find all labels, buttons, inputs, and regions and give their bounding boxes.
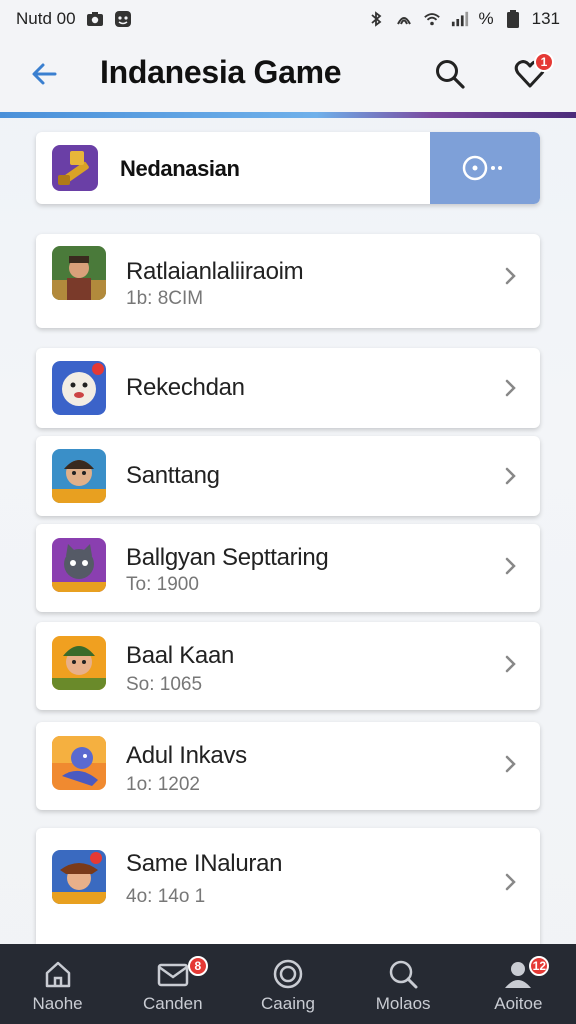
flying-hero-game-icon xyxy=(52,736,106,790)
chevron-right-icon xyxy=(505,873,516,891)
game-name: Adul Inkavs xyxy=(126,742,247,769)
nav-label: Naohe xyxy=(32,994,83,1013)
game-subtitle: So: 1065 xyxy=(126,674,203,695)
camera-icon xyxy=(86,10,104,28)
app-bar: Indanesia Game 1 xyxy=(0,38,576,114)
bottom-navigation: Naohe 8 Canden Caaing Molaos 12 Aoitoe xyxy=(0,944,576,1024)
game-thumbnail xyxy=(52,636,106,690)
status-bar: Nutd 00 % 131 xyxy=(0,0,576,38)
mail-icon xyxy=(157,963,189,987)
cat-game-icon xyxy=(52,538,106,592)
game-subtitle: 1o: 1202 xyxy=(126,774,200,795)
search-icon xyxy=(436,60,465,89)
favorites-button[interactable]: 1 xyxy=(508,52,554,96)
snowman-game-icon xyxy=(52,361,106,415)
game-thumbnail xyxy=(52,449,106,503)
bluetooth-icon xyxy=(367,10,385,28)
more-options-icon xyxy=(462,155,502,181)
featured-game-card[interactable]: Nedanasian xyxy=(36,132,540,204)
game-thumbnail xyxy=(52,246,106,300)
game-subtitle: 4o: 14o 1 xyxy=(126,886,206,907)
game-list-item[interactable]: Santtang xyxy=(36,436,540,516)
nav-label: Molaos xyxy=(375,994,431,1013)
nfc-icon xyxy=(395,10,413,28)
nav-item-profile[interactable]: 12 Aoitoe xyxy=(463,944,573,1024)
nav-item-mail[interactable]: 8 Canden xyxy=(118,944,228,1024)
status-carrier-text: Nutd 00 xyxy=(16,9,76,28)
game-subtitle: To: 1900 xyxy=(126,574,199,595)
game-thumbnail xyxy=(52,538,106,592)
game-name: Same INaluran xyxy=(126,850,283,877)
chevron-right-icon xyxy=(505,755,516,773)
game-name: Rekechdan xyxy=(126,374,245,401)
search-icon xyxy=(389,960,418,989)
warrior-game-icon xyxy=(52,449,106,503)
game-thumbnail xyxy=(52,736,106,790)
notification-badge: 1 xyxy=(534,52,554,72)
chevron-right-icon xyxy=(505,267,516,285)
battery-icon xyxy=(504,10,522,28)
game-list-item[interactable]: Baal Kaan So: 1065 xyxy=(36,622,540,710)
wifi-icon xyxy=(423,10,441,28)
search-button[interactable] xyxy=(430,54,470,94)
game-list-item[interactable]: Same INaluran 4o: 14o 1 xyxy=(36,828,540,944)
chevron-right-icon xyxy=(505,655,516,673)
nav-item-search[interactable]: Molaos xyxy=(348,944,458,1024)
game-subtitle: 1b: 8CIM xyxy=(126,288,204,309)
chevron-right-icon xyxy=(505,557,516,575)
game-character-icon xyxy=(52,246,106,300)
game-name: Baal Kaan xyxy=(126,642,235,669)
featured-game-thumbnail xyxy=(52,145,98,191)
featured-game-name: Nedanasian xyxy=(120,156,240,181)
game-name: Ratlaianlaliiraoim xyxy=(126,258,304,285)
home-icon xyxy=(45,961,70,988)
pirate-game-icon xyxy=(52,850,106,904)
nav-label: Canden xyxy=(143,994,203,1013)
back-arrow-icon xyxy=(32,63,57,85)
status-time: 131 xyxy=(531,9,560,28)
game-name: Santtang xyxy=(126,462,220,489)
back-button[interactable] xyxy=(26,56,62,92)
hammer-game-icon xyxy=(52,145,98,191)
nav-badge: 12 xyxy=(529,956,550,976)
app-notification-icon xyxy=(114,10,132,28)
header-accent-line xyxy=(0,112,576,118)
game-thumbnail xyxy=(52,850,106,904)
nav-label: Caaing xyxy=(261,994,315,1013)
nav-item-target[interactable]: Caaing xyxy=(233,944,343,1024)
signal-icon xyxy=(451,10,469,28)
featured-more-button[interactable] xyxy=(430,132,540,204)
page-title: Indanesia Game xyxy=(100,54,342,90)
chevron-right-icon xyxy=(505,467,516,485)
adventurer-game-icon xyxy=(52,636,106,690)
nav-item-home[interactable]: Naohe xyxy=(3,944,113,1024)
game-thumbnail xyxy=(52,361,106,415)
target-icon xyxy=(273,959,303,989)
game-list-item[interactable]: Adul Inkavs 1o: 1202 xyxy=(36,722,540,810)
game-name: Ballgyan Septtaring xyxy=(126,544,329,571)
nav-label: Aoitoe xyxy=(494,994,543,1013)
game-list-item[interactable]: Ratlaianlaliiraoim 1b: 8CIM xyxy=(36,234,540,328)
chevron-right-icon xyxy=(505,379,516,397)
nav-badge: 8 xyxy=(187,956,208,976)
game-list-item[interactable]: Rekechdan xyxy=(36,348,540,428)
battery-percent-text: % xyxy=(478,9,494,28)
game-list-item[interactable]: Ballgyan Septtaring To: 1900 xyxy=(36,524,540,612)
